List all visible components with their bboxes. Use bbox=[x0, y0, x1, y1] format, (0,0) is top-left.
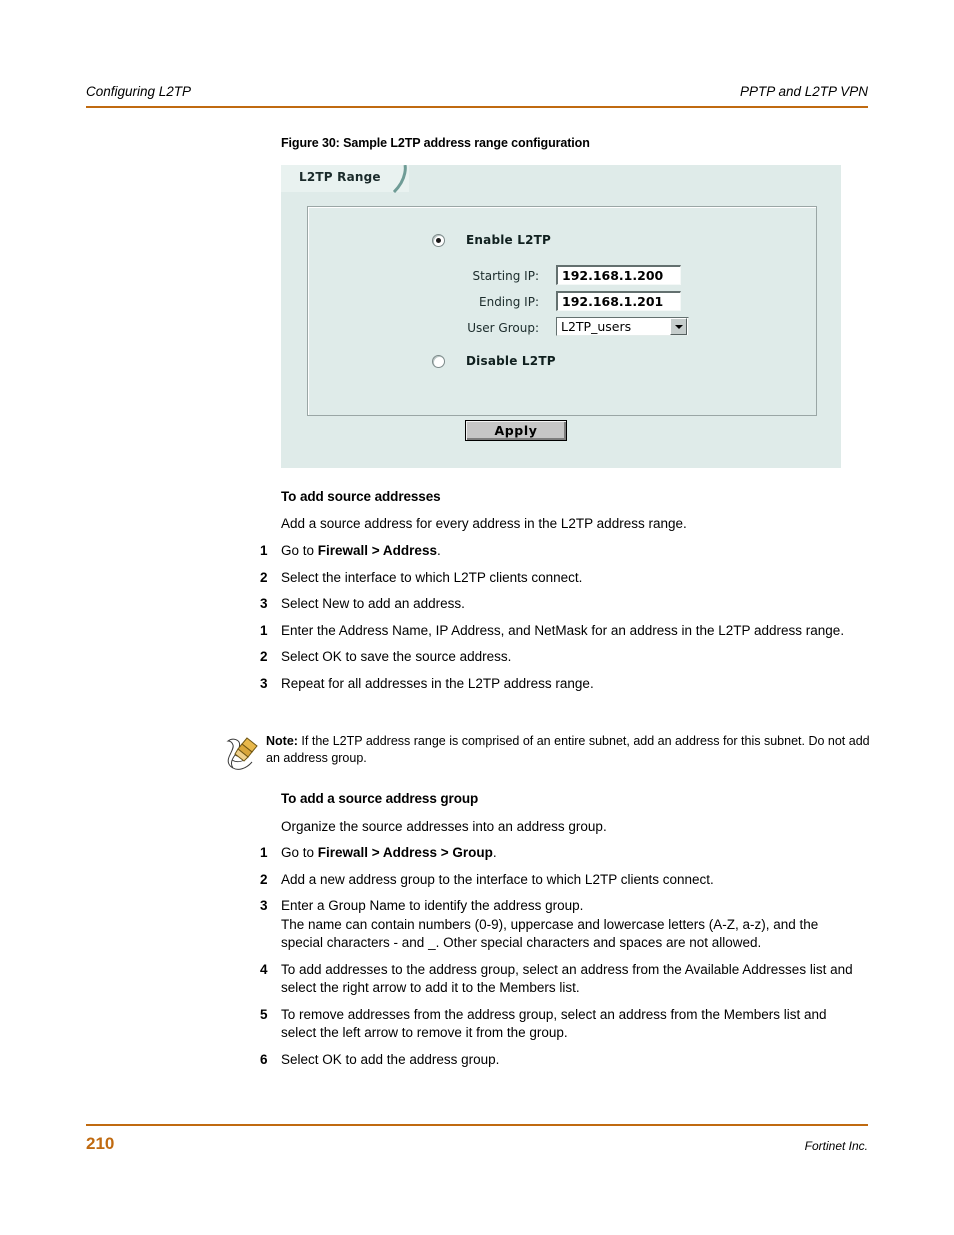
note-block: Note: If the L2TP address range is compr… bbox=[226, 733, 874, 778]
list-item: 5 To remove addresses from the address g… bbox=[245, 1006, 857, 1043]
step-number: 2 bbox=[260, 569, 268, 585]
list-item: 3 Repeat for all addresses in the L2TP a… bbox=[245, 675, 857, 694]
header-rule bbox=[86, 106, 868, 108]
step-number: 1 bbox=[260, 845, 268, 860]
list-item: 3 Select New to add an address. bbox=[245, 595, 857, 614]
step-number: 3 bbox=[260, 596, 268, 611]
step-number: 1 bbox=[260, 543, 268, 558]
list-item: 4 To add addresses to the address group,… bbox=[245, 961, 857, 998]
step-number: 3 bbox=[260, 898, 268, 913]
header-left-title: Configuring L2TP bbox=[86, 84, 192, 99]
enable-l2tp-label: Enable L2TP bbox=[466, 233, 552, 247]
l2tp-range-panel: L2TP Range Enable L2TP Starting IP: 192.… bbox=[281, 165, 841, 468]
panel-tab-curve-icon bbox=[389, 165, 415, 193]
list-item: 1 Enter the Address Name, IP Address, an… bbox=[245, 622, 857, 641]
running-header: Configuring L2TP PPTP and L2TP VPN bbox=[86, 84, 868, 99]
header-right-title: PPTP and L2TP VPN bbox=[739, 84, 868, 99]
enable-l2tp-radio-row[interactable]: Enable L2TP bbox=[432, 233, 551, 247]
step-text: Select OK to add the address group. bbox=[281, 1051, 500, 1067]
page-number: 210 bbox=[86, 1134, 115, 1153]
figure-caption: Figure 30: Sample L2TP address range con… bbox=[281, 136, 590, 150]
ending-ip-label: Ending IP: bbox=[479, 295, 539, 309]
enable-l2tp-radio-icon[interactable] bbox=[432, 233, 445, 247]
disable-l2tp-radio-icon[interactable] bbox=[432, 354, 445, 368]
user-group-selected-value: L2TP_users bbox=[561, 319, 632, 334]
list-item: 2 Select OK to save the source address. bbox=[245, 648, 857, 667]
step-text: Select New to add an address. bbox=[281, 596, 465, 611]
step-number: 2 bbox=[260, 649, 268, 664]
step-number: 5 bbox=[260, 1006, 268, 1022]
step-text: Add a new address group to the interface… bbox=[281, 871, 714, 887]
step-text: Go to Firewall > Address. bbox=[281, 543, 441, 558]
step-number: 3 bbox=[260, 675, 268, 691]
step-text: To remove addresses from the address gro… bbox=[281, 1006, 827, 1041]
section-two-heading: To add a source address group bbox=[281, 791, 479, 806]
footer-rule bbox=[86, 1124, 868, 1126]
ending-ip-input[interactable]: 192.168.1.201 bbox=[556, 291, 681, 311]
step-text: Select the interface to which L2TP clien… bbox=[281, 569, 583, 585]
panel-tab-label: L2TP Range bbox=[299, 170, 381, 184]
step-number: 4 bbox=[260, 961, 268, 977]
starting-ip-input[interactable]: 192.168.1.200 bbox=[556, 265, 681, 285]
list-item: 6 Select OK to add the address group. bbox=[245, 1051, 857, 1070]
starting-ip-label: Starting IP: bbox=[472, 269, 539, 283]
disable-l2tp-radio-row[interactable]: Disable L2TP bbox=[432, 354, 556, 368]
section-one-heading: To add source addresses bbox=[281, 489, 441, 504]
list-item: 1 Go to Firewall > Address > Group. bbox=[245, 844, 857, 863]
list-item: 1 Go to Firewall > Address. bbox=[245, 542, 857, 561]
list-item: 2 Select the interface to which L2TP cli… bbox=[245, 569, 857, 588]
section-two-steps: 1 Go to Firewall > Address > Group. 2 Ad… bbox=[245, 844, 857, 1077]
section-one-intro: Add a source address for every address i… bbox=[281, 516, 687, 531]
apply-button[interactable]: Apply bbox=[465, 420, 567, 441]
step-text: Repeat for all addresses in the L2TP add… bbox=[281, 675, 594, 691]
chevron-down-icon[interactable] bbox=[670, 318, 687, 335]
note-text: Note: If the L2TP address range is compr… bbox=[266, 734, 870, 765]
user-group-label: User Group: bbox=[467, 321, 539, 335]
step-text: To add addresses to the address group, s… bbox=[281, 961, 853, 996]
step-number: 6 bbox=[260, 1051, 268, 1067]
list-item: 3 Enter a Group Name to identify the add… bbox=[245, 897, 857, 953]
note-pencil-icon bbox=[226, 733, 266, 778]
footer-company: Fortinet Inc. bbox=[804, 1139, 868, 1153]
list-item: 2 Add a new address group to the interfa… bbox=[245, 871, 857, 890]
user-group-select[interactable]: L2TP_users bbox=[556, 317, 689, 336]
step-number: 1 bbox=[260, 622, 268, 638]
panel-inner-box: Enable L2TP Starting IP: 192.168.1.200 E… bbox=[307, 206, 817, 441]
step-text: Enter a Group Name to identify the addre… bbox=[281, 898, 819, 950]
step-text: Select OK to save the source address. bbox=[281, 649, 512, 664]
step-text: Go to Firewall > Address > Group. bbox=[281, 845, 497, 860]
section-one-steps: 1 Go to Firewall > Address. 2 Select the… bbox=[245, 542, 857, 701]
disable-l2tp-label: Disable L2TP bbox=[466, 354, 556, 368]
step-text: Enter the Address Name, IP Address, and … bbox=[281, 622, 845, 638]
step-number: 2 bbox=[260, 871, 268, 887]
section-two-intro: Organize the source addresses into an ad… bbox=[281, 819, 607, 834]
